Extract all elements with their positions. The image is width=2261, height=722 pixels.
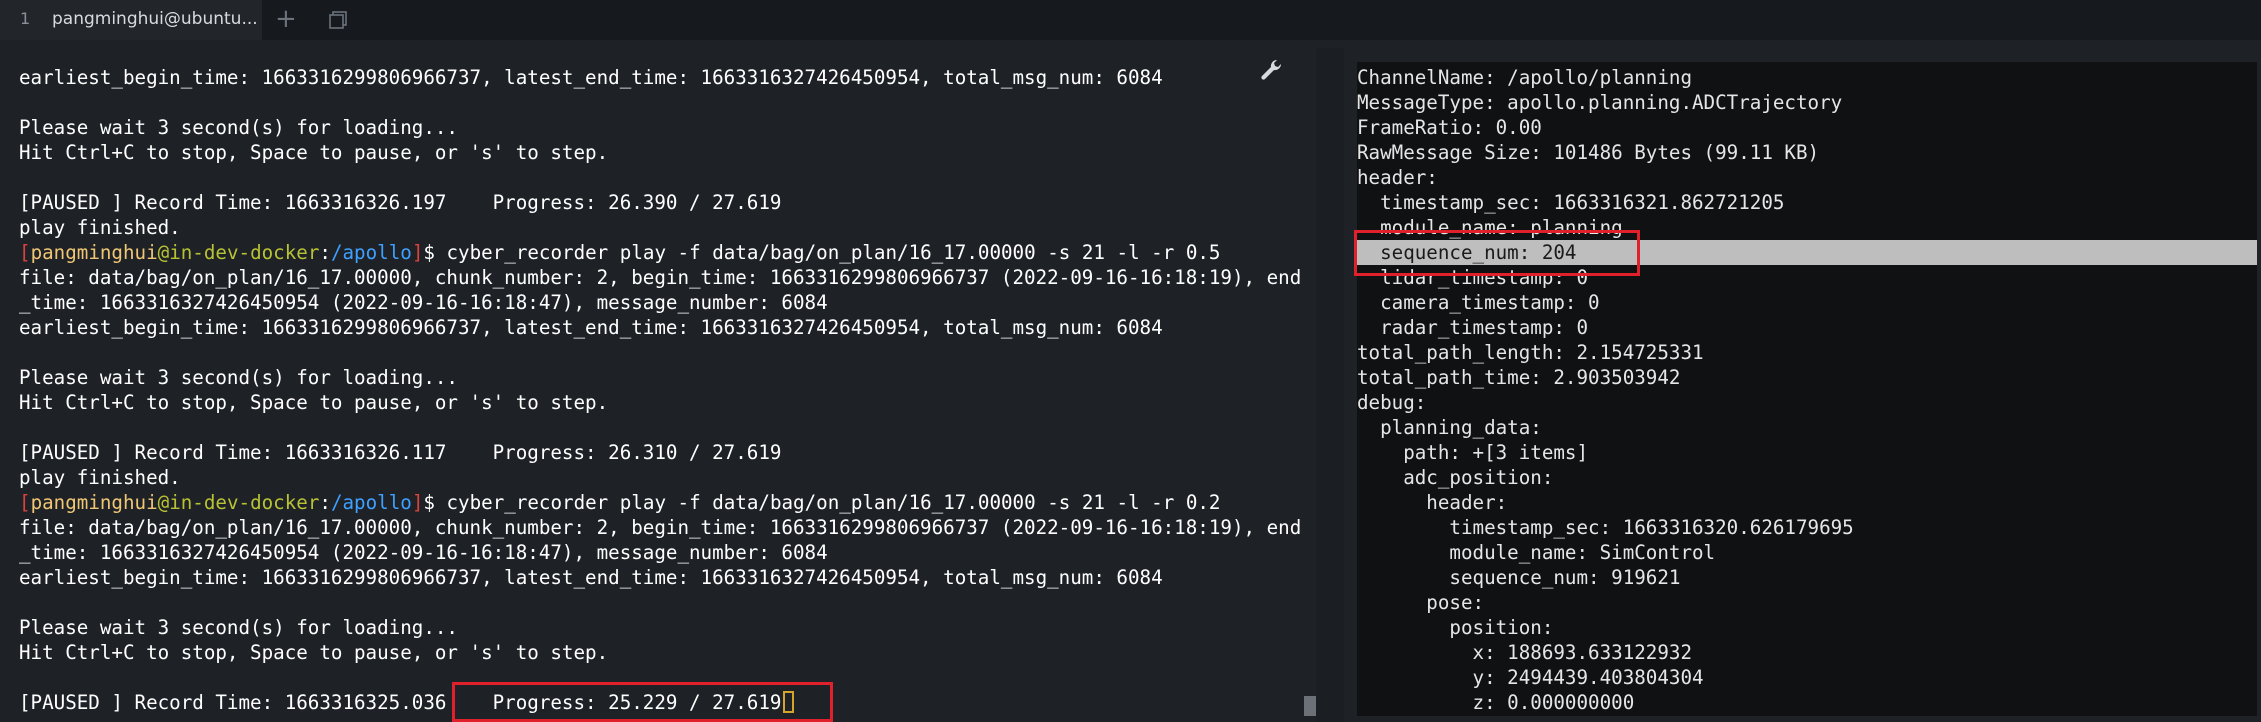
prompt-user: pangminghui bbox=[30, 491, 158, 514]
prompt-user: pangminghui bbox=[30, 241, 158, 264]
terminal-line: file: data/bag/on_plan/16_17.00000, chun… bbox=[19, 266, 1302, 289]
message-line: adc_position: bbox=[1357, 466, 1554, 489]
wrench-icon[interactable] bbox=[1257, 56, 1285, 84]
message-line: timestamp_sec: 1663316320.626179695 bbox=[1357, 516, 1854, 539]
terminal-line: file: data/bag/on_plan/16_17.00000, chun… bbox=[19, 516, 1302, 539]
terminal-line: [PAUSED ] Record Time: 1663316326.117 Pr… bbox=[19, 441, 782, 464]
terminal-line: Hit Ctrl+C to stop, Space to pause, or '… bbox=[19, 391, 609, 414]
message-line: sequence_num: 919621 bbox=[1357, 566, 1681, 589]
command-line: [pangminghui@in-dev-docker:/apollo]$ cyb… bbox=[19, 491, 1221, 514]
annotation-box-sequence-num bbox=[1354, 230, 1640, 276]
tab-title: pangminghui@ubuntu... bbox=[52, 9, 258, 29]
terminal-line: play finished. bbox=[19, 216, 181, 239]
message-line: debug: bbox=[1357, 391, 1427, 414]
terminal-pane-right-text: sequence_num: 204 lidar_timestamp: 0 cam… bbox=[1357, 62, 2257, 716]
terminal-line: earliest_begin_time: 1663316299806966737… bbox=[19, 566, 1163, 589]
annotation-box-progress bbox=[452, 682, 833, 722]
terminal-tab[interactable]: 1 pangminghui@ubuntu... bbox=[0, 0, 262, 40]
scrollbar-thumb[interactable] bbox=[1304, 696, 1316, 716]
prompt-host: in-dev-docker bbox=[169, 241, 320, 264]
tab-index: 1 bbox=[20, 9, 31, 28]
message-line: total_path_time: 2.903503942 bbox=[1357, 366, 1681, 389]
message-line: total_path_length: 2.154725331 bbox=[1357, 341, 1704, 364]
prompt-path: /apollo bbox=[330, 241, 412, 264]
message-line: y: 2494439.403804304 bbox=[1357, 666, 1704, 689]
terminal-line: _time: 1663316327426450954 (2022-09-16-1… bbox=[19, 541, 828, 564]
terminal-line: Hit Ctrl+C to stop, Space to pause, or '… bbox=[19, 641, 609, 664]
message-line: camera_timestamp: 0 bbox=[1357, 291, 1600, 314]
terminal-line: earliest_begin_time: 1663316299806966737… bbox=[19, 316, 1163, 339]
terminal-line: earliest_begin_time: 1663316299806966737… bbox=[19, 66, 1163, 89]
terminal-line: play finished. bbox=[19, 466, 181, 489]
terminal-line: Hit Ctrl+C to stop, Space to pause, or '… bbox=[19, 141, 609, 164]
message-line: module_name: SimControl bbox=[1357, 541, 1716, 564]
new-tab-icon[interactable]: + bbox=[275, 4, 297, 34]
message-line: z: 0.000000000 bbox=[1357, 691, 1635, 714]
terminal-pane-left[interactable]: earliest_begin_time: 1663316299806966737… bbox=[0, 52, 1320, 722]
command-text: cyber_recorder play -f data/bag/on_plan/… bbox=[434, 491, 1221, 514]
message-line: radar_timestamp: 0 bbox=[1357, 316, 1589, 339]
terminal-line: Please wait 3 second(s) for loading... bbox=[19, 366, 458, 389]
command-line: [pangminghui@in-dev-docker:/apollo]$ cyb… bbox=[19, 241, 1221, 264]
prompt-host: in-dev-docker bbox=[169, 491, 320, 514]
copy-window-icon[interactable] bbox=[327, 9, 349, 31]
message-line: pose: bbox=[1357, 591, 1485, 614]
terminal-line: Please wait 3 second(s) for loading... bbox=[19, 616, 458, 639]
terminal-line: _time: 1663316327426450954 (2022-09-16-1… bbox=[19, 291, 828, 314]
prompt-path: /apollo bbox=[330, 491, 412, 514]
terminal-line: Please wait 3 second(s) for loading... bbox=[19, 116, 458, 139]
command-text: cyber_recorder play -f data/bag/on_plan/… bbox=[434, 241, 1221, 264]
pane-divider[interactable] bbox=[1316, 48, 1344, 722]
terminal-line: [PAUSED ] Record Time: 1663316326.197 Pr… bbox=[19, 191, 782, 214]
message-line: planning_data: bbox=[1357, 416, 1542, 439]
tab-bar: 1 pangminghui@ubuntu... + bbox=[0, 0, 2261, 40]
message-line: position: bbox=[1357, 616, 1554, 639]
message-line: header: bbox=[1357, 491, 1508, 514]
message-line: path: +[3 items] bbox=[1357, 441, 1589, 464]
message-line: x: 188693.633122932 bbox=[1357, 641, 1693, 664]
